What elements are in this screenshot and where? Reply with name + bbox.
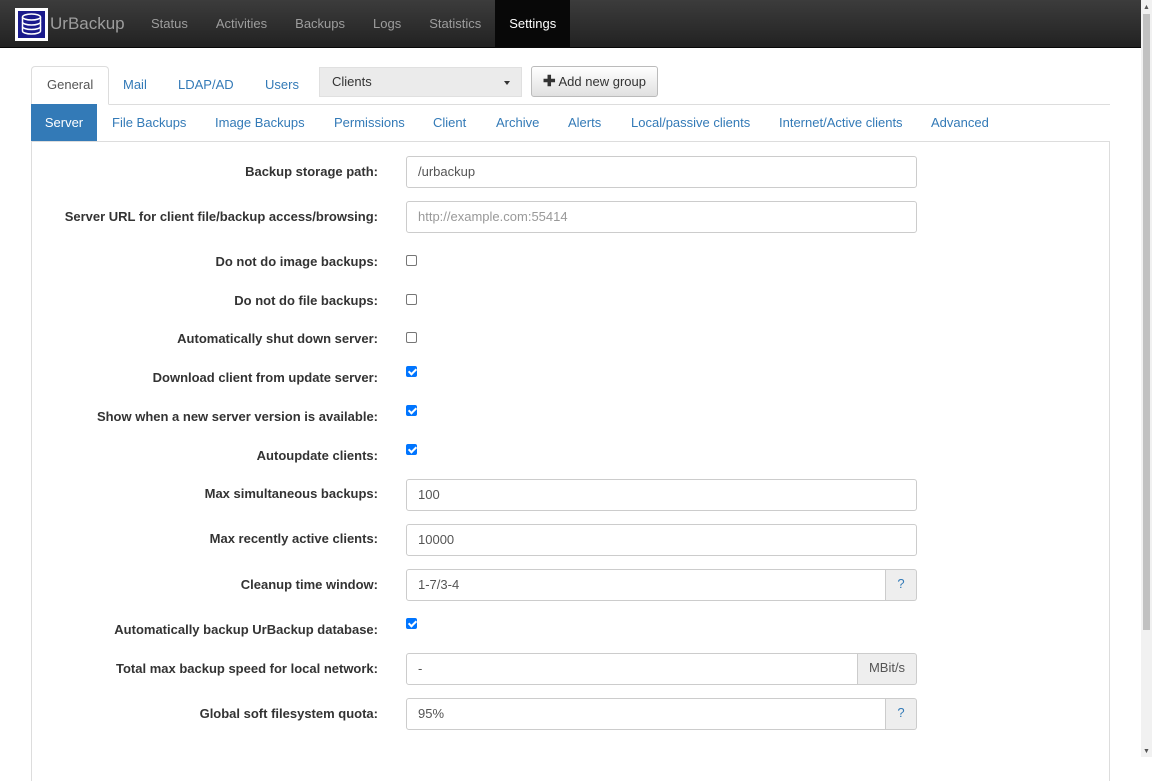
main-nav: Status Activities Backups Logs Statistic…	[137, 0, 571, 47]
nav-statistics[interactable]: Statistics	[415, 0, 495, 47]
group-select-value: Clients	[332, 74, 372, 89]
tab-mail[interactable]: Mail	[108, 66, 162, 103]
max-speed-unit: MBit/s	[858, 653, 917, 685]
nav-logs[interactable]: Logs	[359, 0, 415, 47]
auto-shutdown-label: Automatically shut down server:	[177, 331, 378, 346]
subtab-internet-active-clients[interactable]: Internet/Active clients	[779, 104, 903, 141]
server-settings-panel: Backup storage path: /urbackup Server UR…	[31, 141, 1110, 781]
server-settings-tabs: Server File Backups Image Backups Permis…	[31, 104, 1110, 142]
subtab-permissions[interactable]: Permissions	[334, 104, 405, 141]
subtab-alerts[interactable]: Alerts	[568, 104, 601, 141]
scroll-down-arrow-icon[interactable]: ▼	[1143, 748, 1150, 755]
autoupdate-clients-label: Autoupdate clients:	[256, 448, 378, 463]
subtab-client[interactable]: Client	[433, 104, 466, 141]
nav-activities[interactable]: Activities	[202, 0, 281, 47]
subtab-server[interactable]: Server	[31, 104, 97, 141]
urbackup-logo-icon	[15, 7, 48, 41]
no-image-backups-checkbox[interactable]	[406, 255, 417, 266]
cleanup-window-help-button[interactable]: ?	[886, 569, 917, 601]
no-file-backups-checkbox[interactable]	[406, 294, 417, 305]
caret-down-icon	[504, 81, 510, 85]
backup-storage-path-label: Backup storage path:	[245, 164, 378, 179]
soft-quota-help-button[interactable]: ?	[886, 698, 917, 730]
tab-ldap[interactable]: LDAP/AD	[163, 66, 249, 103]
max-simultaneous-input[interactable]: 100	[406, 479, 917, 511]
auto-shutdown-checkbox[interactable]	[406, 332, 417, 343]
group-select[interactable]: Clients	[319, 67, 522, 97]
scroll-up-arrow-icon[interactable]: ▲	[1143, 4, 1150, 11]
subtab-advanced[interactable]: Advanced	[931, 104, 989, 141]
soft-quota-label: Global soft filesystem quota:	[199, 706, 378, 721]
server-url-input[interactable]: http://example.com:55414	[406, 201, 917, 233]
nav-settings[interactable]: Settings	[495, 0, 571, 47]
brand[interactable]: UrBackup	[15, 6, 125, 42]
download-client-label: Download client from update server:	[152, 370, 378, 385]
tab-general[interactable]: General	[31, 66, 109, 105]
nav-status[interactable]: Status	[137, 0, 202, 47]
vertical-scrollbar[interactable]: ▲ ▼	[1141, 0, 1152, 757]
autoupdate-clients-checkbox[interactable]	[406, 444, 417, 455]
cleanup-window-input[interactable]: 1-7/3-4	[406, 569, 886, 601]
no-image-backups-label: Do not do image backups:	[215, 254, 378, 269]
max-speed-local-label: Total max backup speed for local network…	[116, 661, 378, 676]
soft-quota-input[interactable]: 95%	[406, 698, 886, 730]
no-file-backups-label: Do not do file backups:	[234, 293, 378, 308]
subtab-archive[interactable]: Archive	[496, 104, 539, 141]
backup-db-checkbox[interactable]	[406, 618, 417, 629]
brand-name: UrBackup	[50, 14, 125, 33]
tab-users[interactable]: Users	[250, 66, 314, 103]
server-url-label: Server URL for client file/backup access…	[64, 209, 378, 224]
backup-storage-path-input[interactable]: /urbackup	[406, 156, 917, 188]
backup-db-label: Automatically backup UrBackup database:	[114, 622, 378, 637]
download-client-checkbox[interactable]	[406, 366, 417, 377]
max-recent-clients-input[interactable]: 10000	[406, 524, 917, 556]
show-new-version-label: Show when a new server version is availa…	[96, 409, 378, 424]
show-new-version-checkbox[interactable]	[406, 405, 417, 416]
scrollbar-thumb[interactable]	[1143, 14, 1150, 630]
max-speed-local-input[interactable]: -	[406, 653, 858, 685]
subtab-local-passive-clients[interactable]: Local/passive clients	[631, 104, 750, 141]
add-new-group-button[interactable]: ✚ Add new group	[531, 66, 658, 97]
cleanup-window-label: Cleanup time window:	[240, 577, 378, 592]
nav-backups[interactable]: Backups	[281, 0, 359, 47]
subtab-file-backups[interactable]: File Backups	[112, 104, 186, 141]
subtab-image-backups[interactable]: Image Backups	[215, 104, 305, 141]
top-navbar: UrBackup Status Activities Backups Logs …	[0, 0, 1141, 48]
add-group-label: Add new group	[558, 74, 646, 89]
plus-icon: ✚	[543, 73, 556, 90]
max-simultaneous-label: Max simultaneous backups:	[204, 486, 378, 501]
max-recent-clients-label: Max recently active clients:	[209, 531, 378, 546]
